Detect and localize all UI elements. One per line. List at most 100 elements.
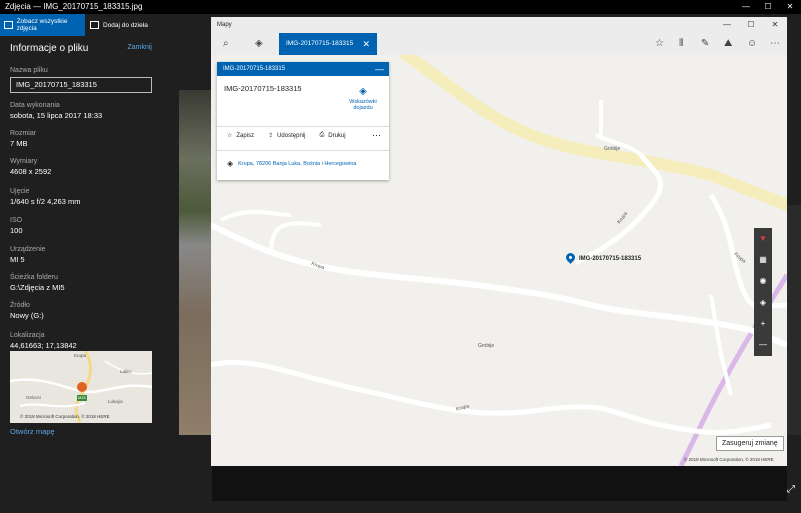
add-to-project-button[interactable]: Dodaj do dzieła xyxy=(90,14,148,36)
printer-icon: ⎙ xyxy=(319,132,325,138)
minimap-label-lakici: Lakici xyxy=(120,369,132,374)
app-title: Zdjęcia — IMG_20170715_183315.jpg xyxy=(5,2,143,11)
maps-maximize-button[interactable]: ☐ xyxy=(739,17,763,33)
close-button[interactable]: ✕ xyxy=(779,0,801,14)
favorites-icon[interactable]: ☆ xyxy=(655,37,664,51)
share-icon: ⇪ xyxy=(268,133,274,139)
compass-icon[interactable]: ▼ xyxy=(759,234,767,244)
location-label: Lokalizacja xyxy=(10,332,45,339)
directions-button[interactable]: ◈ Wskazówki dojazdu xyxy=(345,86,381,111)
road-label-grobije-2: Grobije xyxy=(478,343,495,349)
photos-icon xyxy=(4,21,13,29)
minimap-copyright: © 2018 Microsoft Corporation, © 2018 HER… xyxy=(20,414,110,419)
address-link[interactable]: ◈ Krupa, 78206 Banja Luka, Bośnia i Herc… xyxy=(217,150,389,168)
search-icon[interactable]: ⌕ xyxy=(223,37,229,51)
file-name-field: Nazwa pliku IMG_20170715_183315 xyxy=(10,67,152,93)
minimize-button[interactable]: — xyxy=(735,0,757,14)
minimap-graphic xyxy=(10,351,152,423)
size-field: Rozmiar 7 MB xyxy=(10,130,36,148)
device-value: MI 5 xyxy=(10,255,25,264)
size-value: 7 MB xyxy=(10,139,28,148)
my-location-icon[interactable]: ◉ xyxy=(760,276,767,286)
maximize-button[interactable]: ☐ xyxy=(757,0,779,14)
print-button[interactable]: ⎙ Drukuj xyxy=(319,132,345,139)
map-controls: ▼ ▦ ◉ ◈ + — xyxy=(754,228,772,356)
save-button[interactable]: ☆ Zapisz xyxy=(227,132,255,140)
map-layers-icon[interactable]: ◈ xyxy=(760,298,766,308)
source-field: Źródło Nowy (G:) xyxy=(10,302,44,320)
size-label: Rozmiar xyxy=(10,130,37,137)
exposure-label: Ujęcie xyxy=(10,188,30,195)
pin-label[interactable]: IMG-20170715-183315 xyxy=(579,256,641,262)
minimap-label-gelovci: Gelovci xyxy=(26,395,42,400)
address-text: Krupa, 78206 Banja Luka, Bośnia i Herceg… xyxy=(238,160,357,167)
search-result-tab-label: IMG-20170715-183315 xyxy=(286,40,354,47)
close-tab-icon[interactable]: ✕ xyxy=(362,33,370,55)
maps-window: Mapy — ☐ ✕ ⌕ ◈ IMG-20170715-183315 ✕ ☆ ⦀… xyxy=(211,17,787,466)
folder-path-value: G:\Zdjęcia z MI5 xyxy=(10,283,65,292)
tilt-icon[interactable]: ▦ xyxy=(759,255,767,265)
iso-field: ISO 100 xyxy=(10,217,23,235)
place-card: IMG-20170715-183315 — IMG-20170715-18331… xyxy=(217,62,389,180)
minimap-label-road: M15 xyxy=(78,395,86,400)
open-map-link[interactable]: Otwórz mapę xyxy=(10,427,55,436)
photo-image xyxy=(179,90,212,435)
maps-window-title: Mapy xyxy=(217,22,232,28)
date-value: sobota, 15 lipca 2017 18:33 xyxy=(10,111,103,120)
zoom-out-button[interactable]: — xyxy=(759,340,767,350)
place-card-actions: ☆ Zapisz ⇪ Udostępnij ⎙ Drukuj ⋯ xyxy=(217,126,389,144)
share-button[interactable]: ⇪ Udostępnij xyxy=(268,132,306,140)
place-card-header: IMG-20170715-183315 — xyxy=(217,62,389,76)
search-result-tab[interactable]: IMG-20170715-183315 ✕ xyxy=(279,33,377,55)
folder-path-label: Ścieżka folderu xyxy=(10,274,58,281)
star-icon: ☆ xyxy=(227,133,233,139)
maps-minimize-button[interactable]: — xyxy=(715,17,739,33)
road-label-grobije-1: Grobije xyxy=(604,146,621,152)
add-to-project-label: Dodaj do dzieła xyxy=(103,21,148,29)
more-actions-icon[interactable]: ⋯ xyxy=(372,130,381,141)
maps-close-button[interactable]: ✕ xyxy=(763,17,787,33)
device-field: Urządzenie MI 5 xyxy=(10,246,45,264)
tour-icon[interactable]: ⛰ xyxy=(724,37,732,51)
device-label: Urządzenie xyxy=(10,246,46,253)
maps-toolbar: ⌕ ◈ IMG-20170715-183315 ✕ ☆ ⦀ ✎ ⛰ ☺ ⋯ xyxy=(211,33,787,55)
location-field: Lokalizacja 44,61663; 17,13842 xyxy=(10,332,77,350)
see-all-photos-label: Zobacz wszystkie zdjęcia xyxy=(16,18,68,32)
info-panel-title: Informacje o pliku xyxy=(10,43,89,54)
place-title: IMG-20170715-183315 xyxy=(224,84,302,93)
traffic-icon[interactable]: ⦀ xyxy=(679,37,683,51)
file-name-input[interactable]: IMG_20170715_183315 xyxy=(10,77,152,93)
zoom-in-button[interactable]: + xyxy=(761,319,766,329)
iso-value: 100 xyxy=(10,226,23,235)
minimap-label-krupa: Krupa xyxy=(74,353,87,358)
print-label: Drukuj xyxy=(328,132,346,139)
share-label: Udostępnij xyxy=(277,132,306,139)
more-options-icon[interactable]: ⋯ xyxy=(770,37,780,51)
add-project-icon xyxy=(90,21,99,29)
dimensions-label: Wymiary xyxy=(10,158,38,165)
window-controls: — ☐ ✕ xyxy=(735,0,801,14)
location-minimap[interactable]: Krupa Lakici Gelovci Lukajici M15 © 2018… xyxy=(10,351,152,423)
file-info-panel: Informacje o pliku Zamknij Nazwa pliku I… xyxy=(0,36,163,513)
suggest-change-button[interactable]: Zasugeruj zmianę xyxy=(716,436,784,451)
minimap-label-lukajici: Lukajici xyxy=(108,399,124,404)
close-info-link[interactable]: Zamknij xyxy=(127,44,152,51)
directions-diamond-icon: ◈ xyxy=(359,86,367,97)
account-icon[interactable]: ☺ xyxy=(747,37,757,51)
expand-icon[interactable]: ⤢ xyxy=(787,484,795,495)
date-label: Data wykonania xyxy=(10,102,60,109)
directions-label: Wskazówki dojazdu xyxy=(349,99,377,111)
address-diamond-icon: ◈ xyxy=(227,159,234,168)
folder-path-field: Ścieżka folderu G:\Zdjęcia z MI5 xyxy=(10,274,65,292)
dimensions-value: 4608 x 2592 xyxy=(10,167,52,176)
source-label: Źródło xyxy=(10,302,30,309)
collapse-card-icon[interactable]: — xyxy=(375,62,384,76)
save-label: Zapisz xyxy=(236,132,255,139)
photo-image-edge xyxy=(787,205,801,435)
file-name-label: Nazwa pliku xyxy=(10,67,48,74)
directions-icon[interactable]: ◈ xyxy=(255,37,263,51)
source-value: Nowy (G:) xyxy=(10,311,44,320)
see-all-photos-button[interactable]: Zobacz wszystkie zdjęcia xyxy=(0,14,85,36)
app-titlebar: Zdjęcia — IMG_20170715_183315.jpg — ☐ ✕ xyxy=(0,0,801,14)
ink-icon[interactable]: ✎ xyxy=(701,37,709,51)
